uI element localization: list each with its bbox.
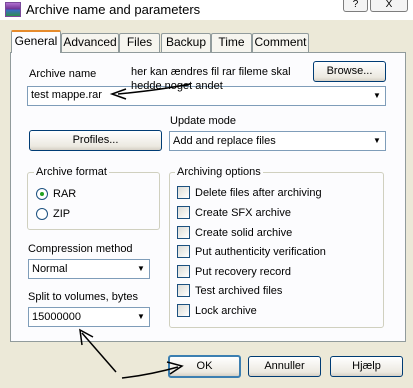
arrow-to-ok-button [121,366,179,379]
tab-general[interactable]: General [11,30,61,53]
arrow-to-archive-name [117,83,191,95]
annotation-arrows [79,83,191,379]
arrow-to-split-volumes [81,332,117,373]
